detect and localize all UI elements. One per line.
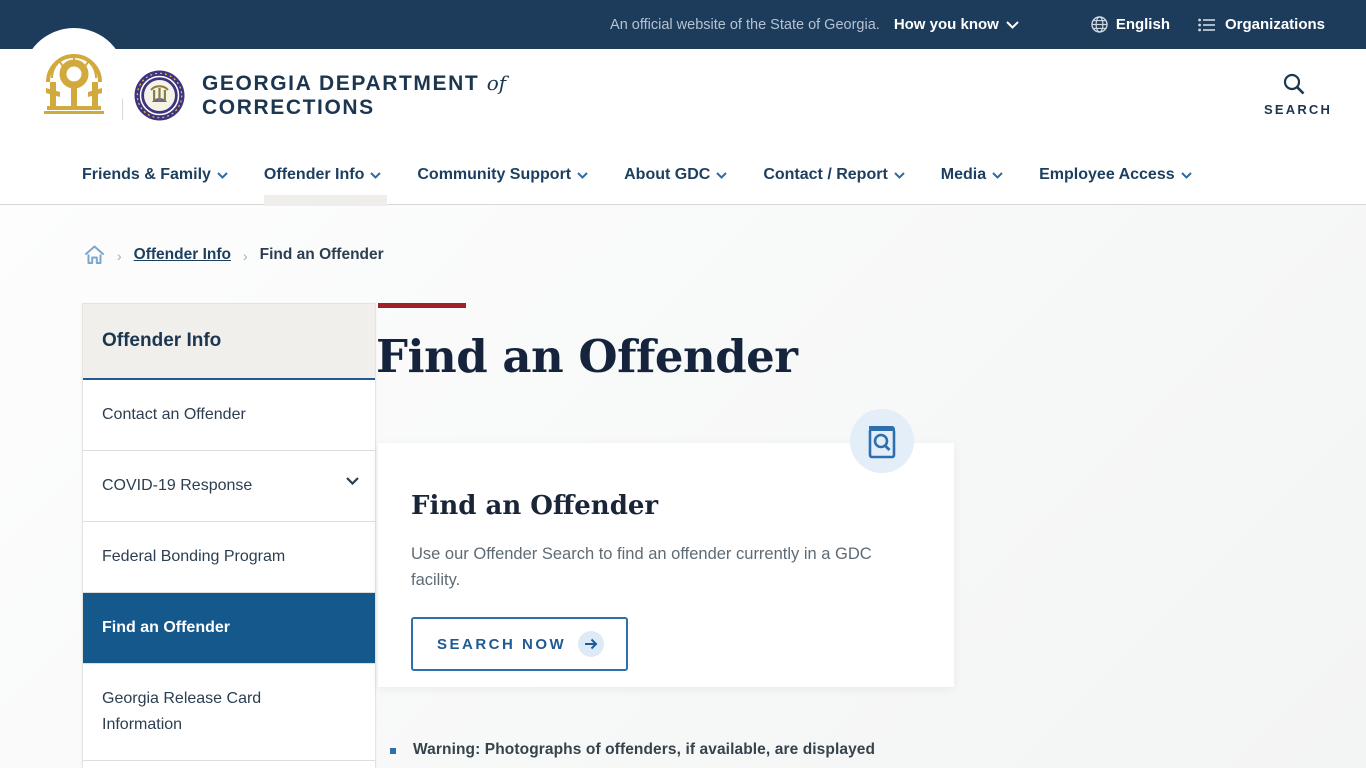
chevron-down-icon <box>992 172 1003 179</box>
organizations-label: Organizations <box>1224 16 1325 33</box>
chevron-down-icon <box>716 172 728 179</box>
nav-item-media[interactable]: Media <box>941 166 1003 184</box>
sidebar-item-georgia-release-card[interactable]: Georgia Release Card Information <box>83 664 375 761</box>
sidebar-item-covid-19-response[interactable]: COVID-19 Response <box>83 451 375 522</box>
breadcrumb-offender-info[interactable]: Offender Info <box>134 246 231 264</box>
organizations-menu[interactable]: Organizations <box>1198 16 1325 33</box>
breadcrumb-current: Find an Offender <box>259 246 384 263</box>
sidebar-item-federal-bonding-program[interactable]: Federal Bonding Program <box>83 522 375 593</box>
site-header: GEORGIA DEPARTMENT of CORRECTIONS SEARCH <box>0 28 1366 145</box>
chevron-down-icon <box>370 172 382 179</box>
card-title: Find an Offender <box>411 491 659 521</box>
home-icon[interactable] <box>84 245 105 265</box>
find-offender-card: Find an Offender Use our Offender Search… <box>378 443 954 687</box>
nav-item-friends-family[interactable]: Friends & Family <box>82 166 228 184</box>
warning-text: Warning: Photographs of offenders, if av… <box>413 741 876 758</box>
globe-icon <box>1091 16 1108 33</box>
nav-item-about-gdc[interactable]: About GDC <box>624 166 728 184</box>
language-label: English <box>1115 16 1170 33</box>
sidebar-item-incarcerated-veterans[interactable]: Incarcerated Veterans <box>83 761 375 768</box>
official-website-text: An official website of the State of Geor… <box>610 16 880 33</box>
card-description: Use our Offender Search to find an offen… <box>411 545 872 589</box>
search-label: SEARCH <box>1264 102 1333 117</box>
breadcrumb-separator: › <box>242 247 248 264</box>
gdc-seal <box>134 70 185 121</box>
breadcrumb: › Offender Info › Find an Offender <box>84 245 384 265</box>
bullet-icon <box>390 748 396 754</box>
sidebar-item-find-an-offender[interactable]: Find an Offender <box>83 593 375 664</box>
chevron-down-icon <box>894 172 905 179</box>
chevron-down-icon <box>346 477 359 485</box>
nav-item-community-support[interactable]: Community Support <box>417 166 588 184</box>
search-now-label: SEARCH NOW <box>437 635 567 653</box>
document-search-icon <box>868 426 896 459</box>
page-content: › Offender Info › Find an Offender Offen… <box>0 205 1366 768</box>
georgia-arch-logo[interactable] <box>22 28 126 132</box>
primary-nav: Friends & Family Offender Info Community… <box>0 145 1366 206</box>
chevron-down-icon <box>217 172 228 179</box>
official-top-bar: An official website of the State of Geor… <box>0 0 1366 49</box>
nav-item-offender-info[interactable]: Offender Info <box>263 166 388 206</box>
breadcrumb-separator: › <box>117 247 122 264</box>
arch-icon <box>44 54 104 114</box>
how-you-know-label: How you know <box>893 16 999 33</box>
sidebar-offender-info: Offender Info Contact an Offender COVID-… <box>82 303 376 768</box>
site-search-button[interactable]: SEARCH <box>1264 72 1333 117</box>
agency-name[interactable]: GEORGIA DEPARTMENT of CORRECTIONS <box>202 71 506 120</box>
nav-item-employee-access[interactable]: Employee Access <box>1039 166 1192 184</box>
warning-list-item: Warning: Photographs of offenders, if av… <box>390 741 875 759</box>
language-selector[interactable]: English <box>1091 16 1170 33</box>
sidebar-title: Offender Info <box>83 304 375 380</box>
search-icon <box>1283 73 1305 95</box>
chevron-down-icon <box>577 172 588 179</box>
list-icon <box>1198 18 1216 32</box>
search-now-button[interactable]: SEARCH NOW <box>411 617 629 671</box>
title-accent-bar <box>378 303 466 308</box>
chevron-down-icon <box>1180 172 1192 179</box>
document-search-badge <box>850 409 914 473</box>
sidebar-item-contact-an-offender[interactable]: Contact an Offender <box>83 380 375 451</box>
chevron-down-icon <box>1006 20 1019 29</box>
how-you-know-toggle[interactable]: How you know <box>894 16 1019 33</box>
page-title: Find an Offender <box>376 330 798 383</box>
arrow-right-icon <box>578 631 605 657</box>
nav-item-contact-report[interactable]: Contact / Report <box>763 166 905 184</box>
